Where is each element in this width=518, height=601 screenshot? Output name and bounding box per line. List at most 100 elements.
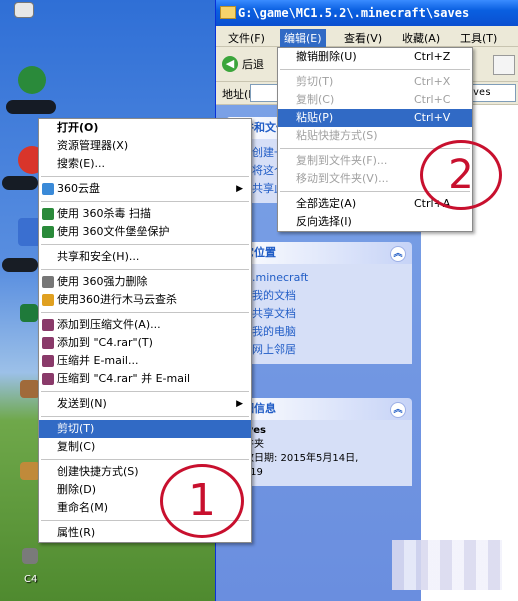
place-network[interactable]: 网上邻居 xyxy=(234,340,404,358)
menu-item-label: 撤销删除(U) xyxy=(296,50,357,63)
context-menu-item-7[interactable]: 使用 360文件堡垒保护 xyxy=(39,223,251,241)
excel-icon[interactable] xyxy=(20,304,38,322)
context-menu-item-21[interactable]: 剪切(T) xyxy=(39,420,251,438)
menu-tools[interactable]: 工具(T) xyxy=(456,29,501,47)
menu-bar: 文件(F) 编辑(E) 查看(V) 收藏(A) 工具(T) xyxy=(216,26,518,47)
menu-item-label: 剪切(T) xyxy=(57,422,95,435)
pixelated-region xyxy=(392,540,502,590)
desktop-icon-label: C4 xyxy=(24,574,38,585)
edit-menu-item-4[interactable]: 粘贴(P) Ctrl+V xyxy=(278,109,472,127)
detail-modified: 修改日期: 2015年5月14日, xyxy=(234,453,359,464)
edit-menu-item-3[interactable]: 复制(C) Ctrl+C xyxy=(278,91,472,109)
place-label: .minecraft xyxy=(252,270,309,284)
redacted-label xyxy=(6,100,56,114)
menu-item-label: 360云盘 xyxy=(57,182,100,195)
other-places-group: 其它位置 ︽ .minecraft 我的文档 共享文档 我的电脑 网上邻居 xyxy=(226,242,412,364)
shortcut-label: Ctrl+C xyxy=(414,93,451,106)
redacted-label xyxy=(2,258,38,272)
context-menu-item-12[interactable]: 使用360进行木马云查杀 xyxy=(39,291,251,309)
details-header[interactable]: 详细信息 ︽ xyxy=(226,398,412,420)
menu-separator xyxy=(41,312,249,313)
step-2-annotation: 2 xyxy=(420,140,502,210)
menu-item-label: 压缩到 "C4.rar" 并 E-mail xyxy=(57,372,191,385)
menu-item-label: 删除(D) xyxy=(57,483,97,496)
menu-item-label: 添加到压缩文件(A)... xyxy=(57,318,161,331)
shield-icon xyxy=(42,208,54,220)
context-menu-item-22[interactable]: 复制(C) xyxy=(39,438,251,456)
view-menu-button[interactable] xyxy=(493,55,515,75)
context-menu-item-1[interactable]: 资源管理器(X) xyxy=(39,137,251,155)
context-menu-item-14[interactable]: 添加到压缩文件(A)... xyxy=(39,316,251,334)
context-menu-item-0[interactable]: 打开(O) xyxy=(39,119,251,137)
window-title: G:\game\MC1.5.2\.minecraft\saves xyxy=(238,6,470,20)
shortcut-label: Ctrl+X xyxy=(414,75,451,88)
archive-icon xyxy=(42,355,54,367)
context-menu-item-9[interactable]: 共享和安全(H)... xyxy=(39,248,251,266)
archive-icon[interactable] xyxy=(20,462,40,480)
context-menu-item-11[interactable]: 使用 360强力删除 xyxy=(39,273,251,291)
menu-separator xyxy=(280,69,470,70)
submenu-arrow-icon: ▶ xyxy=(236,399,243,409)
archive-icon[interactable] xyxy=(20,380,40,398)
context-menu-item-19[interactable]: 发送到(N) ▶ xyxy=(39,395,251,413)
folder-icon[interactable] xyxy=(22,548,38,564)
trojan-scan-icon xyxy=(42,294,54,306)
context-menu-item-6[interactable]: 使用 360杀毒 扫描 xyxy=(39,205,251,223)
menu-item-label: 搜索(E)... xyxy=(57,157,106,170)
menu-separator xyxy=(41,244,249,245)
menu-item-label: 压缩并 E-mail... xyxy=(57,354,139,367)
menu-view[interactable]: 查看(V) xyxy=(340,29,386,47)
edit-menu-item-0[interactable]: 撤销删除(U) Ctrl+Z xyxy=(278,48,472,66)
title-bar[interactable]: G:\game\MC1.5.2\.minecraft\saves xyxy=(216,0,518,26)
menu-separator xyxy=(41,269,249,270)
menu-separator xyxy=(41,416,249,417)
place-shared-documents[interactable]: 共享文档 xyxy=(234,304,404,322)
other-places-header[interactable]: 其它位置 ︽ xyxy=(226,242,412,264)
shortcut-label: Ctrl+Z xyxy=(414,50,451,63)
menu-file[interactable]: 文件(F) xyxy=(224,29,269,47)
details-body: saves 文件夹 修改日期: 2015年5月14日, 11:19 xyxy=(226,420,412,486)
context-menu-item-17[interactable]: 压缩到 "C4.rar" 并 E-mail xyxy=(39,370,251,388)
back-button[interactable]: ◀ 后退 xyxy=(222,53,270,75)
collapse-chevron-icon[interactable]: ︽ xyxy=(390,246,406,262)
context-menu-item-15[interactable]: 添加到 "C4.rar"(T) xyxy=(39,334,251,352)
cloud-icon xyxy=(42,183,54,195)
context-menu-item-16[interactable]: 压缩并 E-mail... xyxy=(39,352,251,370)
menu-separator xyxy=(41,391,249,392)
place-minecraft[interactable]: .minecraft xyxy=(234,268,404,286)
place-label: 网上邻居 xyxy=(252,343,296,356)
place-my-documents[interactable]: 我的文档 xyxy=(234,286,404,304)
menu-item-label: 使用 360文件堡垒保护 xyxy=(57,225,170,238)
menu-item-label: 资源管理器(X) xyxy=(57,139,129,152)
back-label: 后退 xyxy=(242,58,264,71)
menu-edit[interactable]: 编辑(E) xyxy=(280,29,326,47)
menu-item-label: 反向选择(I) xyxy=(296,215,352,228)
collapse-chevron-icon[interactable]: ︽ xyxy=(390,402,406,418)
menu-item-label: 使用360进行木马云查杀 xyxy=(57,293,177,306)
menu-item-label: 复制到文件夹(F)... xyxy=(296,154,388,167)
360-security-icon[interactable] xyxy=(18,66,46,94)
shredder-icon xyxy=(42,276,54,288)
place-my-computer[interactable]: 我的电脑 xyxy=(234,322,404,340)
menu-item-label: 打开(O) xyxy=(57,121,99,134)
step-1-annotation: 1 xyxy=(160,464,244,538)
network-icon[interactable] xyxy=(14,2,34,18)
context-menu-item-4[interactable]: 360云盘 ▶ xyxy=(39,180,251,198)
address-value: ves xyxy=(473,87,492,98)
context-menu-item-2[interactable]: 搜索(E)... xyxy=(39,155,251,173)
back-arrow-icon: ◀ xyxy=(222,56,238,72)
menu-separator xyxy=(41,201,249,202)
detail-name: saves xyxy=(234,424,404,438)
menu-item-label: 全部选定(A) xyxy=(296,197,357,210)
menu-item-label: 粘贴(P) xyxy=(296,111,334,124)
menu-separator xyxy=(41,459,249,460)
menu-favorites[interactable]: 收藏(A) xyxy=(398,29,444,47)
edit-menu-item-2[interactable]: 剪切(T) Ctrl+X xyxy=(278,73,472,91)
edit-menu-item-11[interactable]: 反向选择(I) xyxy=(278,213,472,231)
menu-item-label: 使用 360杀毒 扫描 xyxy=(57,207,151,220)
place-label: 我的电脑 xyxy=(252,325,296,338)
shortcut-label: Ctrl+V xyxy=(414,111,451,124)
menu-item-label: 发送到(N) xyxy=(57,397,107,410)
folder-icon xyxy=(220,6,236,19)
menu-item-label: 粘贴快捷方式(S) xyxy=(296,129,378,142)
